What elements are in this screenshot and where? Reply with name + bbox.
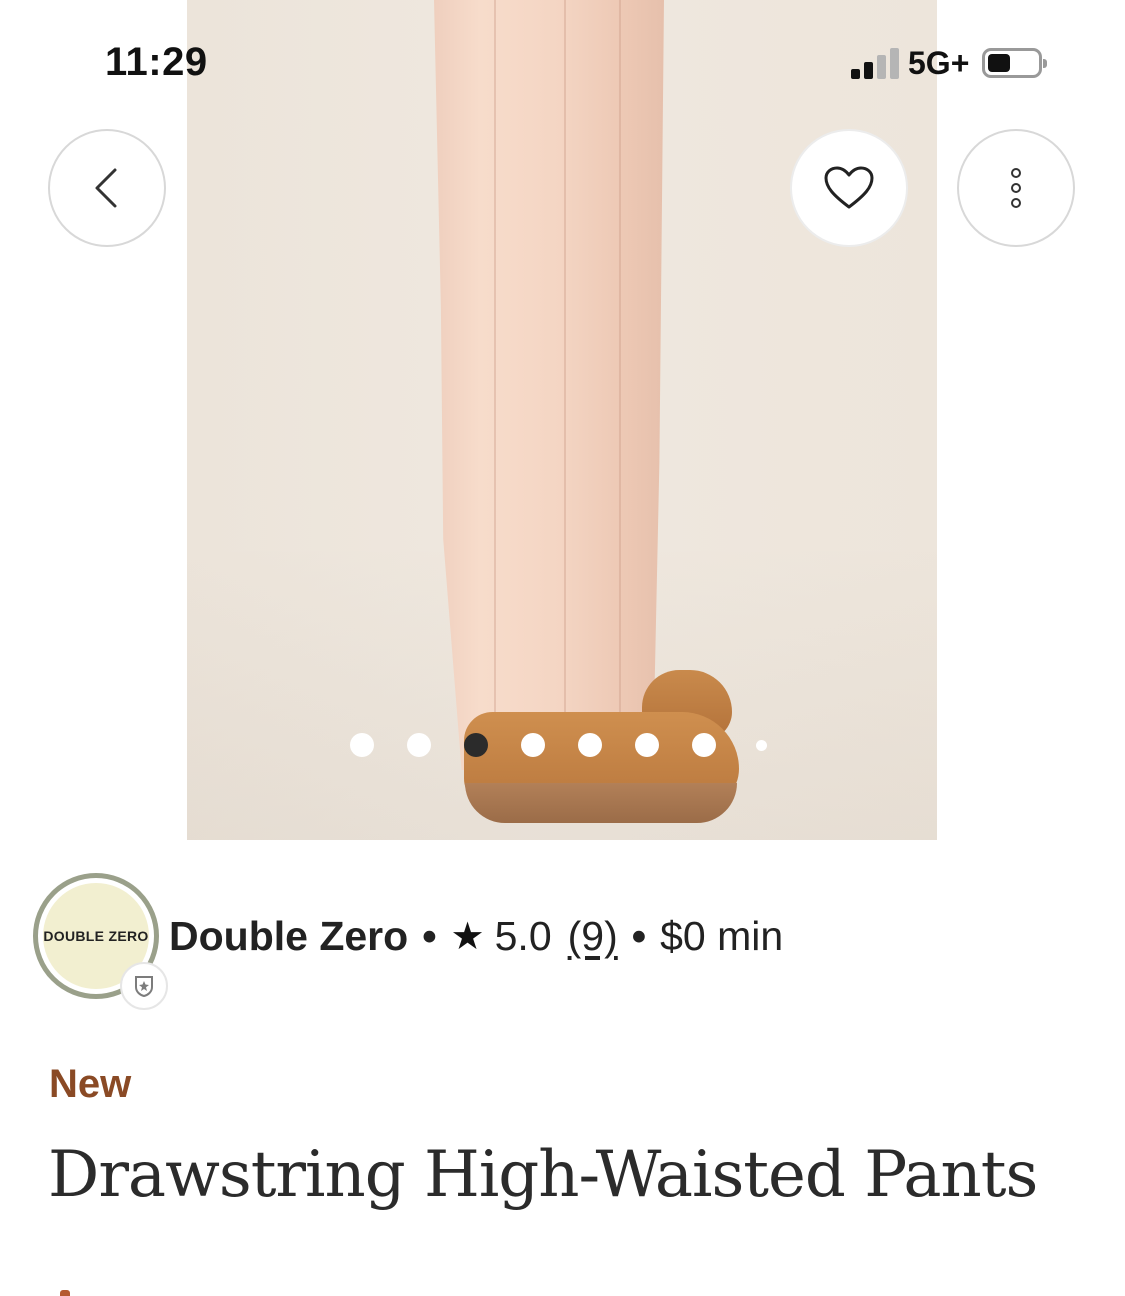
carousel-pagination	[350, 733, 770, 759]
product-title: Drawstring High-Waisted Pants	[48, 1138, 1038, 1212]
next-section-peek	[60, 1290, 70, 1296]
star-icon: ★	[450, 915, 485, 958]
separator-dot: •	[631, 912, 647, 959]
shield-star-icon	[135, 976, 153, 998]
signal-bar	[864, 62, 873, 79]
carousel-dot[interactable]	[578, 733, 602, 757]
pant-leg-graphic	[434, 0, 664, 770]
more-options-button[interactable]	[957, 129, 1075, 247]
signal-bar	[890, 48, 899, 79]
review-count-link[interactable]: (9)	[568, 913, 618, 960]
carousel-dot[interactable]	[521, 733, 545, 757]
back-button[interactable]	[48, 129, 166, 247]
product-image-carousel[interactable]	[0, 0, 1125, 840]
carousel-dot[interactable]	[350, 733, 374, 757]
network-type: 5G+	[908, 45, 970, 81]
signal-strength-icon	[851, 47, 903, 79]
separator-dot: •	[422, 912, 437, 959]
condition-label: New	[49, 1062, 132, 1106]
carousel-dot[interactable]	[635, 733, 659, 757]
minimum-order: $0 min	[660, 912, 784, 959]
carousel-dot[interactable]	[464, 733, 488, 757]
shoe-sole-graphic	[465, 783, 737, 823]
favorite-button[interactable]	[790, 129, 908, 247]
seller-badge	[120, 962, 168, 1010]
seller-name[interactable]: Double Zero	[169, 913, 408, 960]
seller-info-row: Double Zero • ★ 5.0 (9) • $0 min	[169, 908, 783, 964]
signal-bar	[851, 69, 860, 79]
heart-outline-icon	[824, 166, 874, 209]
seller-rating: 5.0	[494, 912, 552, 959]
battery-icon	[982, 48, 1047, 78]
signal-bar	[877, 55, 886, 79]
status-time: 11:29	[105, 40, 208, 84]
product-photo	[187, 0, 937, 840]
carousel-dot[interactable]	[407, 733, 431, 757]
more-vertical-icon	[1011, 168, 1021, 208]
carousel-dot[interactable]	[692, 733, 716, 757]
carousel-dot[interactable]	[756, 740, 767, 751]
chevron-left-icon	[95, 168, 117, 208]
